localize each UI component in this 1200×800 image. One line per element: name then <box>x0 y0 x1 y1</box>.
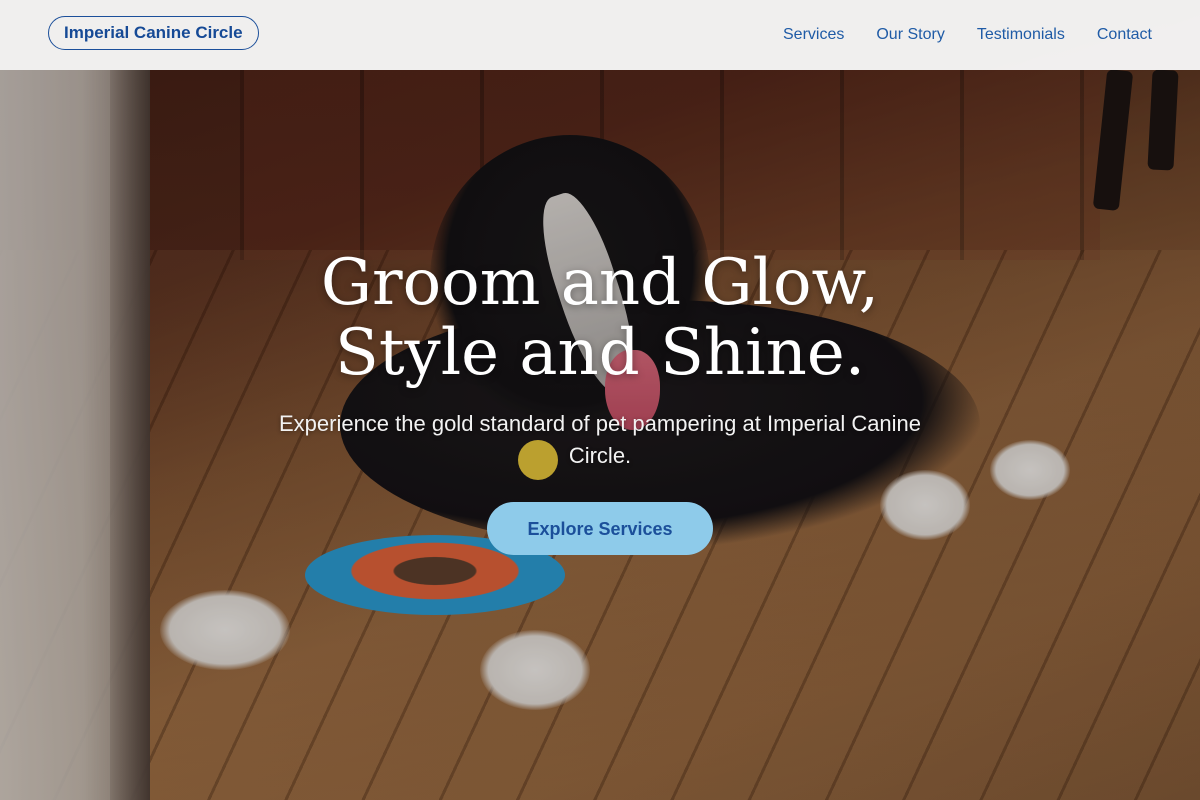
landing-page: Imperial Canine Circle Services Our Stor… <box>0 0 1200 800</box>
nav-link-our-story[interactable]: Our Story <box>876 26 944 44</box>
explore-services-button[interactable]: Explore Services <box>487 502 713 555</box>
main-nav: Services Our Story Testimonials Contact <box>783 0 1152 70</box>
site-header: Imperial Canine Circle Services Our Stor… <box>0 0 1200 70</box>
hero-subtitle: Experience the gold standard of pet pamp… <box>278 411 922 468</box>
nav-link-services[interactable]: Services <box>783 26 844 44</box>
site-logo[interactable]: Imperial Canine Circle <box>48 16 259 50</box>
hero-headline: Groom and Glow, Style and Shine. <box>0 248 1200 388</box>
nav-link-testimonials[interactable]: Testimonials <box>977 26 1065 44</box>
nav-link-contact[interactable]: Contact <box>1097 26 1152 44</box>
hero-section: Groom and Glow, Style and Shine. Experie… <box>0 248 1200 555</box>
hero-headline-line-1: Groom and Glow, <box>320 246 880 320</box>
hero-headline-line-2: Style and Shine. <box>334 316 866 390</box>
